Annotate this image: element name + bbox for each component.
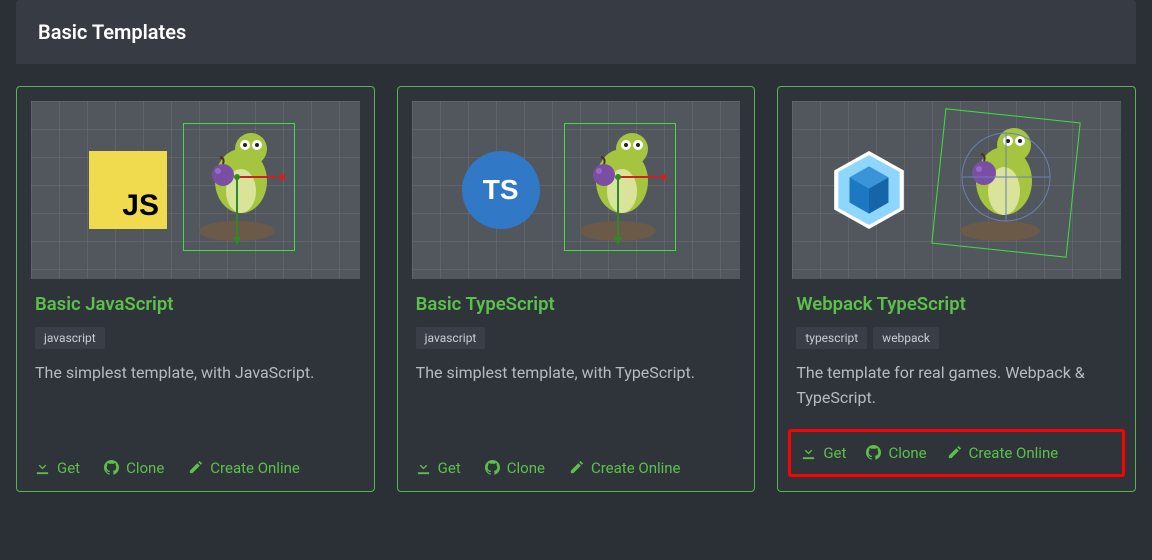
template-actions: Get Clone Create Online (416, 453, 737, 477)
download-icon (416, 460, 431, 475)
edit-icon (569, 460, 584, 475)
template-actions-highlighted: Get Clone Create Online (788, 429, 1125, 477)
github-icon (485, 460, 500, 475)
section-header: Basic Templates (16, 0, 1136, 64)
template-tags: javascript (416, 327, 737, 349)
cards-row: JS (0, 64, 1152, 512)
dino-sprite-icon (574, 125, 670, 245)
get-button[interactable]: Get (416, 459, 461, 477)
dino-sprite-icon (952, 119, 1062, 247)
template-title[interactable]: Webpack TypeScript (796, 293, 1117, 315)
create-online-button[interactable]: Create Online (569, 459, 681, 477)
clone-button[interactable]: Clone (866, 444, 926, 462)
tag[interactable]: typescript (796, 327, 867, 349)
github-icon (104, 460, 119, 475)
edit-icon (188, 460, 203, 475)
template-tags: typescript webpack (796, 327, 1117, 349)
ts-logo-icon: TS (462, 151, 540, 229)
template-actions: Get Clone Create Online (35, 453, 356, 477)
template-description: The simplest template, with JavaScript. (35, 361, 356, 435)
get-button[interactable]: Get (35, 459, 80, 477)
download-icon (801, 445, 816, 460)
tag[interactable]: javascript (35, 327, 105, 349)
template-tags: javascript (35, 327, 356, 349)
template-card-webpack: Webpack TypeScript typescript webpack Th… (777, 86, 1136, 492)
template-thumbnail: JS (31, 101, 360, 279)
template-card-ts: TS (397, 86, 756, 492)
clone-button[interactable]: Clone (485, 459, 545, 477)
create-online-button[interactable]: Create Online (947, 444, 1059, 462)
webpack-logo-icon (830, 151, 908, 229)
edit-icon (947, 445, 962, 460)
dino-sprite-icon (193, 125, 289, 245)
template-description: The simplest template, with TypeScript. (416, 361, 737, 435)
template-title[interactable]: Basic JavaScript (35, 293, 356, 315)
clone-button[interactable]: Clone (104, 459, 164, 477)
template-thumbnail (792, 101, 1121, 279)
tag[interactable]: javascript (416, 327, 486, 349)
create-online-button[interactable]: Create Online (188, 459, 300, 477)
template-description: The template for real games. Webpack & T… (796, 361, 1117, 411)
template-card-js: JS (16, 86, 375, 492)
download-icon (35, 460, 50, 475)
template-thumbnail: TS (412, 101, 741, 279)
section-title: Basic Templates (38, 20, 1114, 44)
github-icon (866, 445, 881, 460)
get-button[interactable]: Get (801, 444, 846, 462)
js-logo-icon: JS (89, 151, 167, 229)
tag[interactable]: webpack (873, 327, 939, 349)
template-title[interactable]: Basic TypeScript (416, 293, 737, 315)
